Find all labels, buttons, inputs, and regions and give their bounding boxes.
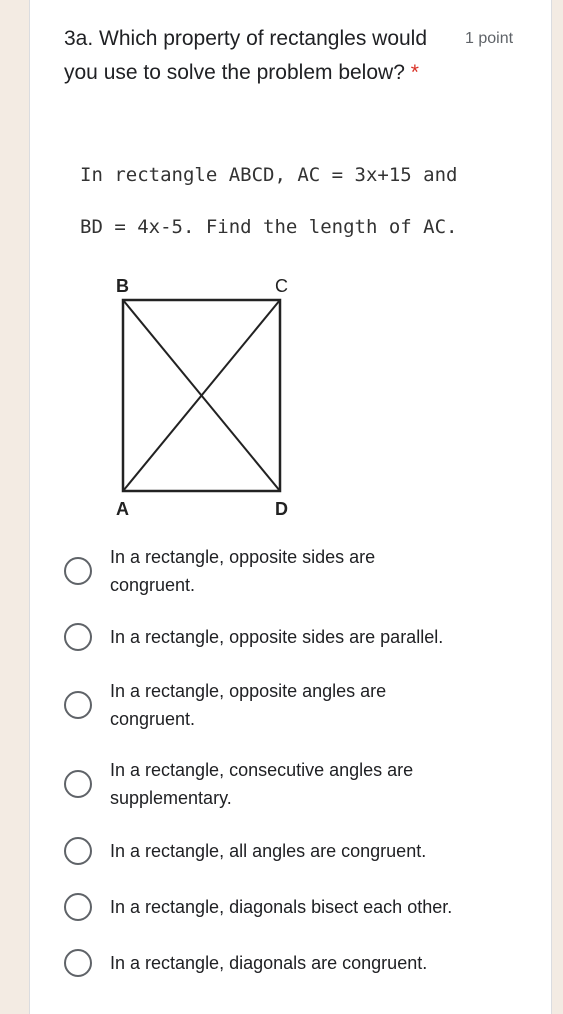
option-4[interactable]: In a rectangle, consecutive angles are s… xyxy=(64,756,524,812)
rectangle-diagram: B C A D xyxy=(116,276,288,519)
option-label: In a rectangle, opposite sides are congr… xyxy=(110,547,376,595)
radio-button[interactable] xyxy=(64,691,92,719)
option-2[interactable]: In a rectangle, opposite sides are paral… xyxy=(64,623,524,651)
option-1[interactable]: In a rectangle, opposite sides are congr… xyxy=(64,543,524,599)
option-label: In a rectangle, opposite sides are paral… xyxy=(110,627,444,647)
vertex-a-label: A xyxy=(116,499,129,519)
radio-button[interactable] xyxy=(64,623,92,651)
radio-button[interactable] xyxy=(64,893,92,921)
option-label: In a rectangle, diagonals are congruent. xyxy=(110,953,428,973)
option-label: In a rectangle, diagonals bisect each ot… xyxy=(110,897,453,917)
points-label: 1 point xyxy=(465,30,514,47)
option-7[interactable]: In a rectangle, diagonals are congruent. xyxy=(64,949,524,977)
radio-button[interactable] xyxy=(64,557,92,585)
problem-line-2: BD = 4x-5. Find the length of AC. xyxy=(80,216,458,238)
option-6[interactable]: In a rectangle, diagonals bisect each ot… xyxy=(64,893,524,921)
vertex-d-label: D xyxy=(275,499,288,519)
option-label: In a rectangle, consecutive angles are s… xyxy=(110,760,414,808)
option-3[interactable]: In a rectangle, opposite angles are cong… xyxy=(64,677,524,733)
required-asterisk: * xyxy=(410,61,419,84)
vertex-b-label: B xyxy=(116,276,129,296)
vertex-c-label: C xyxy=(275,276,288,296)
radio-button[interactable] xyxy=(64,770,92,798)
radio-button[interactable] xyxy=(64,837,92,865)
question-text: 3a. Which property of rectangles would y… xyxy=(64,27,428,84)
option-5[interactable]: In a rectangle, all angles are congruent… xyxy=(64,837,524,865)
problem-line-1: In rectangle ABCD, AC = 3x+15 and xyxy=(80,164,458,186)
option-label: In a rectangle, opposite angles are cong… xyxy=(110,681,387,729)
option-label: In a rectangle, all angles are congruent… xyxy=(110,841,427,861)
question-title: 3a. Which property of rectangles would y… xyxy=(64,22,444,90)
radio-button[interactable] xyxy=(64,949,92,977)
